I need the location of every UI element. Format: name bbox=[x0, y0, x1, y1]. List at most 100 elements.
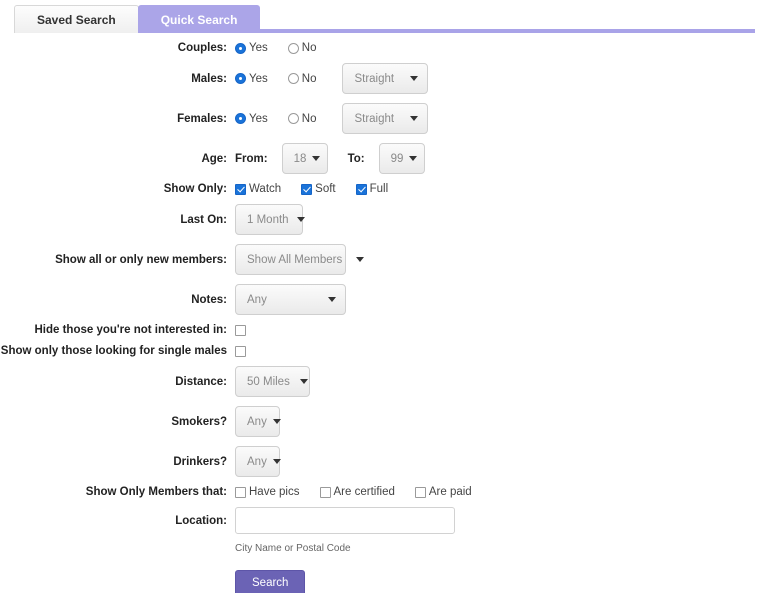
show-only-full-checkbox[interactable] bbox=[355, 183, 367, 195]
distance-value: 50 Miles bbox=[247, 375, 290, 388]
females-label: Females: bbox=[177, 112, 227, 125]
smokers-value: Any bbox=[247, 415, 267, 428]
show-only-full-option[interactable]: Full bbox=[355, 183, 389, 195]
location-label: Location: bbox=[175, 514, 227, 527]
show-only-full-label: Full bbox=[369, 183, 389, 195]
females-orientation-select[interactable]: Straight bbox=[342, 103, 429, 134]
row-submit: Search bbox=[0, 570, 770, 593]
row-members-scope: Show all or only new members: Show All M… bbox=[0, 244, 770, 275]
males-yes-radio[interactable] bbox=[235, 73, 246, 84]
couples-yes-radio[interactable] bbox=[235, 42, 246, 54]
last-on-label: Last On: bbox=[180, 213, 227, 226]
show-only-control: Watch Soft Full bbox=[235, 183, 770, 195]
females-yes-label: Yes bbox=[249, 112, 268, 125]
age-from-label: From: bbox=[235, 152, 268, 165]
chevron-down-icon bbox=[312, 156, 321, 161]
row-females: Females: Yes No Straight bbox=[0, 103, 770, 134]
couples-control: Yes No bbox=[235, 42, 770, 54]
members-that-paid-label: Are paid bbox=[428, 486, 472, 498]
couples-yes-label: Yes bbox=[249, 42, 268, 54]
row-couples: Couples: Yes No bbox=[0, 42, 770, 54]
show-only-watch-option[interactable]: Watch bbox=[235, 183, 281, 195]
members-scope-value: Show All Members bbox=[247, 253, 343, 266]
smokers-control: Any bbox=[235, 406, 770, 437]
females-orientation-value: Straight bbox=[354, 112, 395, 125]
last-on-select[interactable]: 1 Month bbox=[235, 204, 305, 235]
smokers-select[interactable]: Any bbox=[235, 406, 281, 437]
males-control: Yes No Straight bbox=[235, 63, 770, 94]
members-that-have-pics-option[interactable]: Have pics bbox=[235, 486, 300, 498]
females-control: Yes No Straight bbox=[235, 103, 770, 134]
chevron-down-icon bbox=[272, 459, 281, 464]
distance-select[interactable]: 50 Miles bbox=[235, 366, 310, 397]
members-that-control: Have pics Are certified Are paid bbox=[235, 486, 770, 498]
hide-not-interested-checkbox[interactable] bbox=[235, 324, 246, 336]
drinkers-control: Any bbox=[235, 446, 770, 477]
age-to-select[interactable]: 99 bbox=[378, 143, 425, 174]
search-button[interactable]: Search bbox=[235, 570, 306, 593]
tab-quick-search[interactable]: Quick Search bbox=[137, 5, 261, 33]
males-yes-label: Yes bbox=[249, 72, 268, 85]
show-only-watch-checkbox[interactable] bbox=[235, 183, 246, 195]
row-only-single-males: Show only those looking for single males bbox=[0, 345, 770, 357]
members-that-paid-option[interactable]: Are paid bbox=[414, 486, 472, 498]
row-location: Location: bbox=[0, 507, 770, 534]
location-hint: City Name or Postal Code bbox=[235, 543, 351, 554]
show-only-soft-option[interactable]: Soft bbox=[301, 183, 336, 195]
members-that-have-pics-label: Have pics bbox=[249, 486, 300, 498]
couples-no-option[interactable]: No bbox=[287, 42, 317, 54]
show-only-label: Show Only: bbox=[163, 183, 227, 195]
members-scope-control: Show All Members bbox=[235, 244, 770, 275]
members-that-paid-checkbox[interactable] bbox=[414, 486, 426, 498]
drinkers-label: Drinkers? bbox=[173, 455, 227, 468]
females-no-option[interactable]: No bbox=[287, 113, 316, 125]
females-no-radio[interactable] bbox=[287, 113, 299, 124]
smokers-label: Smokers? bbox=[171, 415, 227, 428]
males-orientation-select[interactable]: Straight bbox=[342, 63, 429, 94]
members-scope-label: Show all or only new members: bbox=[55, 253, 227, 266]
chevron-down-icon bbox=[356, 257, 365, 262]
couples-no-label: No bbox=[301, 42, 317, 54]
members-that-certified-checkbox[interactable] bbox=[319, 486, 331, 498]
drinkers-value: Any bbox=[247, 455, 267, 468]
females-yes-option[interactable]: Yes bbox=[235, 113, 268, 125]
distance-control: 50 Miles bbox=[235, 366, 770, 397]
tab-bar: Saved Search Quick Search bbox=[0, 0, 770, 33]
tab-saved-search[interactable]: Saved Search bbox=[14, 5, 139, 33]
notes-select[interactable]: Any bbox=[235, 284, 346, 315]
location-input[interactable] bbox=[235, 507, 455, 534]
members-that-label: Show Only Members that: bbox=[85, 486, 227, 498]
members-that-have-pics-checkbox[interactable] bbox=[235, 486, 246, 498]
row-notes: Notes: Any bbox=[0, 284, 770, 315]
show-only-soft-checkbox[interactable] bbox=[301, 183, 313, 195]
tab-saved-search-label: Saved Search bbox=[37, 13, 116, 27]
males-no-label: No bbox=[301, 72, 317, 85]
chevron-down-icon bbox=[409, 156, 418, 161]
notes-label: Notes: bbox=[191, 293, 227, 306]
males-no-radio[interactable] bbox=[287, 73, 299, 84]
row-hide-not-interested: Hide those you're not interested in: bbox=[0, 324, 770, 336]
age-from-select[interactable]: 18 bbox=[281, 143, 328, 174]
only-single-males-checkbox[interactable] bbox=[235, 345, 246, 357]
tab-quick-search-label: Quick Search bbox=[160, 13, 238, 27]
notes-value: Any bbox=[247, 293, 267, 306]
row-show-only: Show Only: Watch Soft Full bbox=[0, 183, 770, 195]
drinkers-select[interactable]: Any bbox=[235, 446, 281, 477]
row-last-on: Last On: 1 Month bbox=[0, 204, 770, 235]
only-single-males-label: Show only those looking for single males bbox=[0, 345, 227, 357]
females-yes-radio[interactable] bbox=[235, 113, 246, 124]
notes-control: Any bbox=[235, 284, 770, 315]
show-only-watch-label: Watch bbox=[249, 183, 282, 195]
last-on-value: 1 Month bbox=[247, 213, 289, 226]
hide-not-interested-label: Hide those you're not interested in: bbox=[34, 324, 227, 336]
couples-yes-option[interactable]: Yes bbox=[235, 42, 268, 54]
males-yes-option[interactable]: Yes bbox=[235, 73, 268, 85]
row-distance: Distance: 50 Miles bbox=[0, 366, 770, 397]
row-smokers: Smokers? Any bbox=[0, 406, 770, 437]
members-that-certified-option[interactable]: Are certified bbox=[319, 486, 395, 498]
row-males: Males: Yes No Straight bbox=[0, 63, 770, 94]
members-scope-select[interactable]: Show All Members bbox=[235, 244, 365, 275]
males-no-option[interactable]: No bbox=[287, 72, 317, 85]
chevron-down-icon bbox=[328, 297, 336, 302]
couples-no-radio[interactable] bbox=[287, 42, 299, 54]
